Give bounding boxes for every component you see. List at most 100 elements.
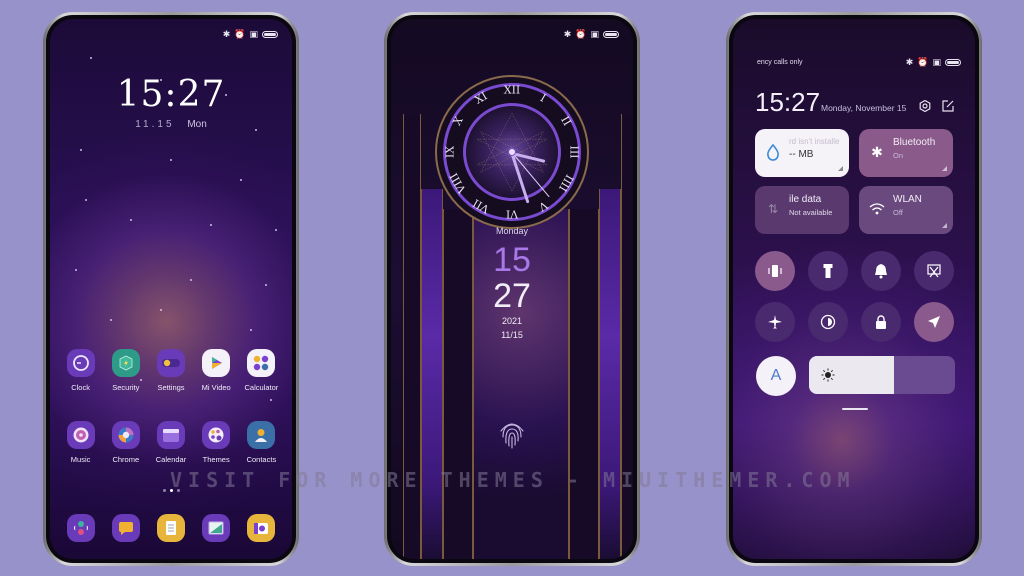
lock-month-day: 11/15 — [501, 330, 523, 340]
page-dot[interactable] — [176, 489, 180, 492]
gallery-icon — [202, 514, 231, 542]
star — [110, 319, 112, 321]
toggle-airplane[interactable] — [755, 302, 795, 342]
lock-year: 2021 — [501, 316, 523, 326]
notes-icon — [156, 514, 185, 542]
star — [80, 149, 82, 151]
page-indicator[interactable] — [50, 489, 292, 492]
app-label: Contacts — [246, 455, 277, 464]
edit-icon[interactable] — [942, 100, 954, 112]
dock — [58, 514, 284, 542]
clock-widget-time[interactable]: 15:27 — [50, 74, 292, 115]
toggle-rotation-lock[interactable] — [861, 302, 901, 342]
app-settings[interactable]: Settings — [148, 349, 193, 392]
app-contacts[interactable]: Contacts — [239, 421, 284, 464]
status-bar: ✱ ⏰ ▣ — [564, 29, 619, 40]
sim-icon: ▣ — [590, 29, 599, 39]
dock-messages[interactable] — [103, 514, 148, 542]
flashlight-icon — [823, 264, 833, 278]
alarm-icon: ⏰ — [234, 29, 246, 39]
toggle-flashlight[interactable] — [808, 251, 848, 291]
app-label: Settings — [157, 383, 185, 392]
themes-icon — [202, 421, 231, 449]
toggle-location[interactable] — [914, 302, 954, 342]
camera-icon — [247, 514, 276, 542]
app-calendar[interactable]: Calendar — [148, 421, 193, 464]
tile-subtitle: -- MB — [789, 149, 814, 160]
expand-corner-icon — [838, 166, 843, 171]
roman-numeral: VI — [505, 207, 519, 221]
mi-video-icon — [202, 349, 231, 377]
drag-handle[interactable] — [842, 408, 868, 410]
contacts-icon — [247, 421, 276, 449]
tile-mobile-data[interactable]: ⇅ ile data Not available — [755, 186, 849, 234]
auto-brightness-button[interactable]: A — [756, 356, 796, 396]
toggle-vibrate[interactable] — [755, 251, 795, 291]
toggle-ringer[interactable] — [861, 251, 901, 291]
star — [240, 179, 242, 181]
app-clock[interactable]: Clock — [58, 349, 103, 392]
toggle-dark-mode[interactable] — [808, 302, 848, 342]
phone-lock-screen: ✱ ⏰ ▣ XII I II III IIII V VI VII VIII IX X XI — [384, 12, 640, 566]
app-chrome[interactable]: Chrome — [103, 421, 148, 464]
app-themes[interactable]: Themes — [194, 421, 239, 464]
star — [210, 224, 212, 226]
roman-numeral: III — [567, 145, 581, 159]
page-dot[interactable] — [162, 489, 166, 492]
app-label: Clock — [71, 383, 90, 392]
wifi-icon — [869, 200, 885, 218]
phone-control-center: ency calls only ✱ ⏰ ▣ 15:27 Monday, Nove… — [726, 12, 982, 566]
app-calculator[interactable]: Calculator — [239, 349, 284, 392]
cc-time: 15:27 — [755, 87, 821, 117]
battery-icon — [945, 59, 961, 66]
app-label: Calendar — [155, 455, 187, 464]
settings-gear-icon[interactable] — [919, 100, 931, 112]
star — [75, 269, 77, 271]
dock-camera[interactable] — [239, 514, 284, 542]
roman-numeral: IX — [443, 145, 457, 159]
bell-icon — [875, 264, 887, 279]
star — [130, 219, 132, 221]
alarm-icon: ⏰ — [575, 29, 587, 39]
phone-icon — [66, 514, 95, 542]
settings-icon — [156, 349, 185, 377]
app-music[interactable]: Music — [58, 421, 103, 464]
page-dot-active[interactable] — [169, 489, 173, 492]
clock-widget-date: 11.15 Mon — [50, 119, 292, 130]
tile-data-usage[interactable]: rd isn't installe -- MB — [755, 129, 849, 177]
tile-title: ile data — [789, 194, 822, 205]
app-label: Themes — [202, 455, 230, 464]
lock-minute: 27 — [493, 277, 531, 315]
lock-icon — [876, 315, 886, 329]
calculator-icon — [247, 349, 276, 377]
toggle-screenshot[interactable] — [914, 251, 954, 291]
mobile-data-icon: ⇅ — [767, 202, 779, 216]
carrier-text: ency calls only — [757, 59, 803, 66]
fingerprint-icon[interactable] — [495, 417, 529, 451]
tile-title: WLAN — [893, 194, 922, 205]
brightness-slider[interactable] — [809, 356, 955, 394]
messages-icon — [111, 514, 140, 542]
date-weekday: Mon — [187, 119, 207, 130]
music-icon — [66, 421, 95, 449]
dock-phone[interactable] — [58, 514, 103, 542]
chrome-icon — [111, 421, 140, 449]
clock-icon — [66, 349, 95, 377]
tile-wlan[interactable]: WLAN Off — [859, 186, 953, 234]
battery-icon — [262, 31, 278, 38]
star — [90, 57, 92, 59]
expand-corner-icon — [942, 166, 947, 171]
date-number: 11.15 — [135, 119, 175, 130]
dock-notes[interactable] — [148, 514, 193, 542]
control-center: ency calls only ✱ ⏰ ▣ 15:27 Monday, Nove… — [733, 19, 975, 559]
app-mi-video[interactable]: Mi Video — [194, 349, 239, 392]
tile-title: Bluetooth — [893, 137, 936, 148]
alarm-icon: ⏰ — [917, 57, 929, 67]
clock-center-pin — [508, 148, 516, 156]
app-security[interactable]: Security — [103, 349, 148, 392]
battery-icon — [603, 31, 619, 38]
dock-gallery[interactable] — [194, 514, 239, 542]
phone-home-screen: ✱ ⏰ ▣ 15:27 11.15 Mon Clock Security Set… — [43, 12, 299, 566]
bluetooth-icon: ✱ — [871, 143, 883, 160]
tile-bluetooth[interactable]: ✱ Bluetooth On — [859, 129, 953, 177]
